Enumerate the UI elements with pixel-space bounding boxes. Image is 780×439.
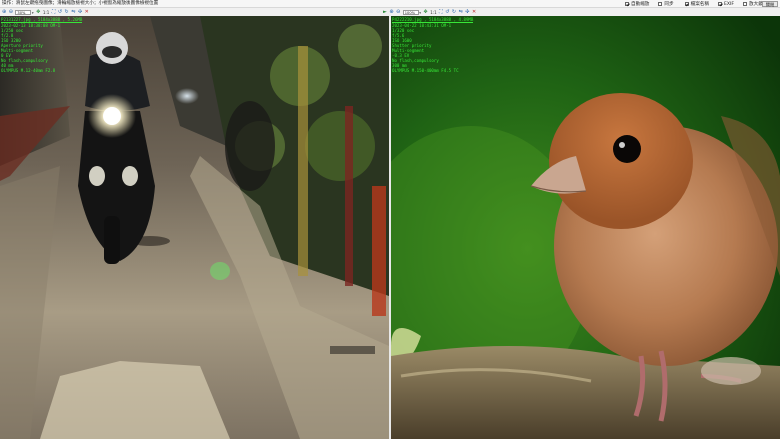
zoom-out-icon[interactable]: ⊖ [9, 9, 13, 16]
left-toolbar: ⊕ ⊖ 30% ▾ ✥ 1:1 ⛶ ↺ ↻ ⇋ ✣ ✕ [2, 9, 89, 16]
right-exif-line: OLYMPUS M.150-400mm F4.5 TC [392, 68, 459, 74]
move-icon[interactable]: ✣ [78, 9, 82, 16]
rotate-right-icon[interactable]: ↻ [452, 9, 456, 16]
left-exif-line: OLYMPUS M.12-40mm F2.8 [1, 68, 56, 74]
option-exif[interactable]: EXIF [717, 2, 734, 7]
checkbox-exif[interactable] [717, 2, 722, 6]
flip-icon[interactable]: ⇋ [459, 9, 463, 16]
chevron-down-icon[interactable]: ▾ [419, 11, 421, 15]
right-image-pane[interactable]: P4222210.jpg , 5184x3888 , 4.89MB 2023-0… [391, 16, 780, 439]
rotate-left-icon[interactable]: ↺ [58, 9, 62, 16]
left-exif-overlay: P2131227.jpg , 5184x3888 , 5.26MB 2023-0… [1, 17, 83, 74]
left-image-pane[interactable]: P2131227.jpg , 5184x3888 , 5.26MB 2023-0… [0, 16, 389, 439]
left-zoom-select[interactable]: 30% [15, 10, 32, 15]
checkbox-sync[interactable] [658, 2, 663, 6]
fit-window-icon[interactable]: ✥ [424, 9, 428, 16]
left-actual-size-button[interactable]: 1:1 [43, 10, 49, 15]
right-exif-overlay: P4222210.jpg , 5184x3888 , 4.89MB 2023-0… [392, 17, 474, 74]
fullscreen-icon[interactable]: ⛶ [439, 9, 443, 16]
scooter-photo [0, 16, 389, 439]
option-magnifier[interactable]: 放大鏡 [743, 1, 763, 7]
checkbox-filename[interactable] [684, 2, 689, 6]
close-image-icon[interactable]: ✕ [472, 9, 476, 16]
close-button[interactable]: 關閉 [762, 1, 778, 7]
flip-icon[interactable]: ⇋ [71, 9, 75, 16]
zoom-in-icon[interactable]: ⊕ [389, 9, 393, 16]
right-actual-size-button[interactable]: 1:1 [430, 10, 436, 15]
checkbox-auto-zoom[interactable] [625, 2, 629, 6]
close-image-icon[interactable]: ✕ [85, 9, 89, 16]
option-group: 自動縮放 同步 檔案名稱 EXIF 放大鏡 [625, 0, 763, 8]
chevron-down-icon[interactable]: ▾ [32, 11, 34, 15]
top-bar: 操作：滑鼠左鍵拖曳圖像；滑輪縮放檢視大小；小視窗為縮放後圖像檢視位置 自動縮放 … [0, 0, 780, 8]
bird-photo [391, 16, 780, 439]
option-auto-zoom[interactable]: 自動縮放 [625, 1, 649, 7]
checkbox-magnifier[interactable] [743, 2, 748, 6]
right-toolbar: ► ⊕ ⊖ 100% ▾ ✥ 1:1 ⛶ ↺ ↻ ⇋ ✣ ✕ [383, 9, 476, 16]
zoom-out-icon[interactable]: ⊖ [396, 9, 400, 16]
rotate-left-icon[interactable]: ↺ [445, 9, 449, 16]
arrow-right-icon[interactable]: ► [383, 9, 387, 16]
rotate-right-icon[interactable]: ↻ [65, 9, 69, 16]
option-sync[interactable]: 同步 [658, 1, 674, 7]
move-icon[interactable]: ✣ [465, 9, 469, 16]
fit-window-icon[interactable]: ✥ [36, 9, 40, 16]
fullscreen-icon[interactable]: ⛶ [52, 9, 56, 16]
right-zoom-select[interactable]: 100% [402, 10, 419, 15]
option-filename[interactable]: 檔案名稱 [684, 1, 709, 7]
usage-hint: 操作：滑鼠左鍵拖曳圖像；滑輪縮放檢視大小；小視窗為縮放後圖像檢視位置 [2, 1, 159, 6]
zoom-in-icon[interactable]: ⊕ [2, 9, 6, 16]
